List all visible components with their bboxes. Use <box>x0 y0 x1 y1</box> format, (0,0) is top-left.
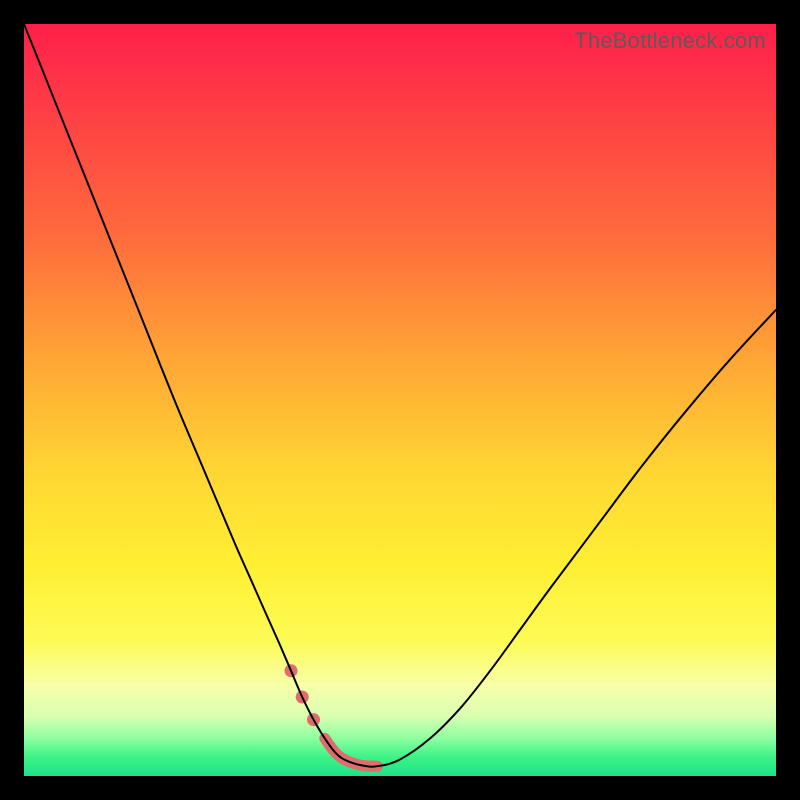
chart-plot-area: TheBottleneck.com <box>24 24 776 776</box>
main-curve <box>24 24 776 767</box>
valley-bumps <box>285 664 378 766</box>
chart-curve-layer <box>24 24 776 776</box>
chart-stage: TheBottleneck.com <box>0 0 800 800</box>
